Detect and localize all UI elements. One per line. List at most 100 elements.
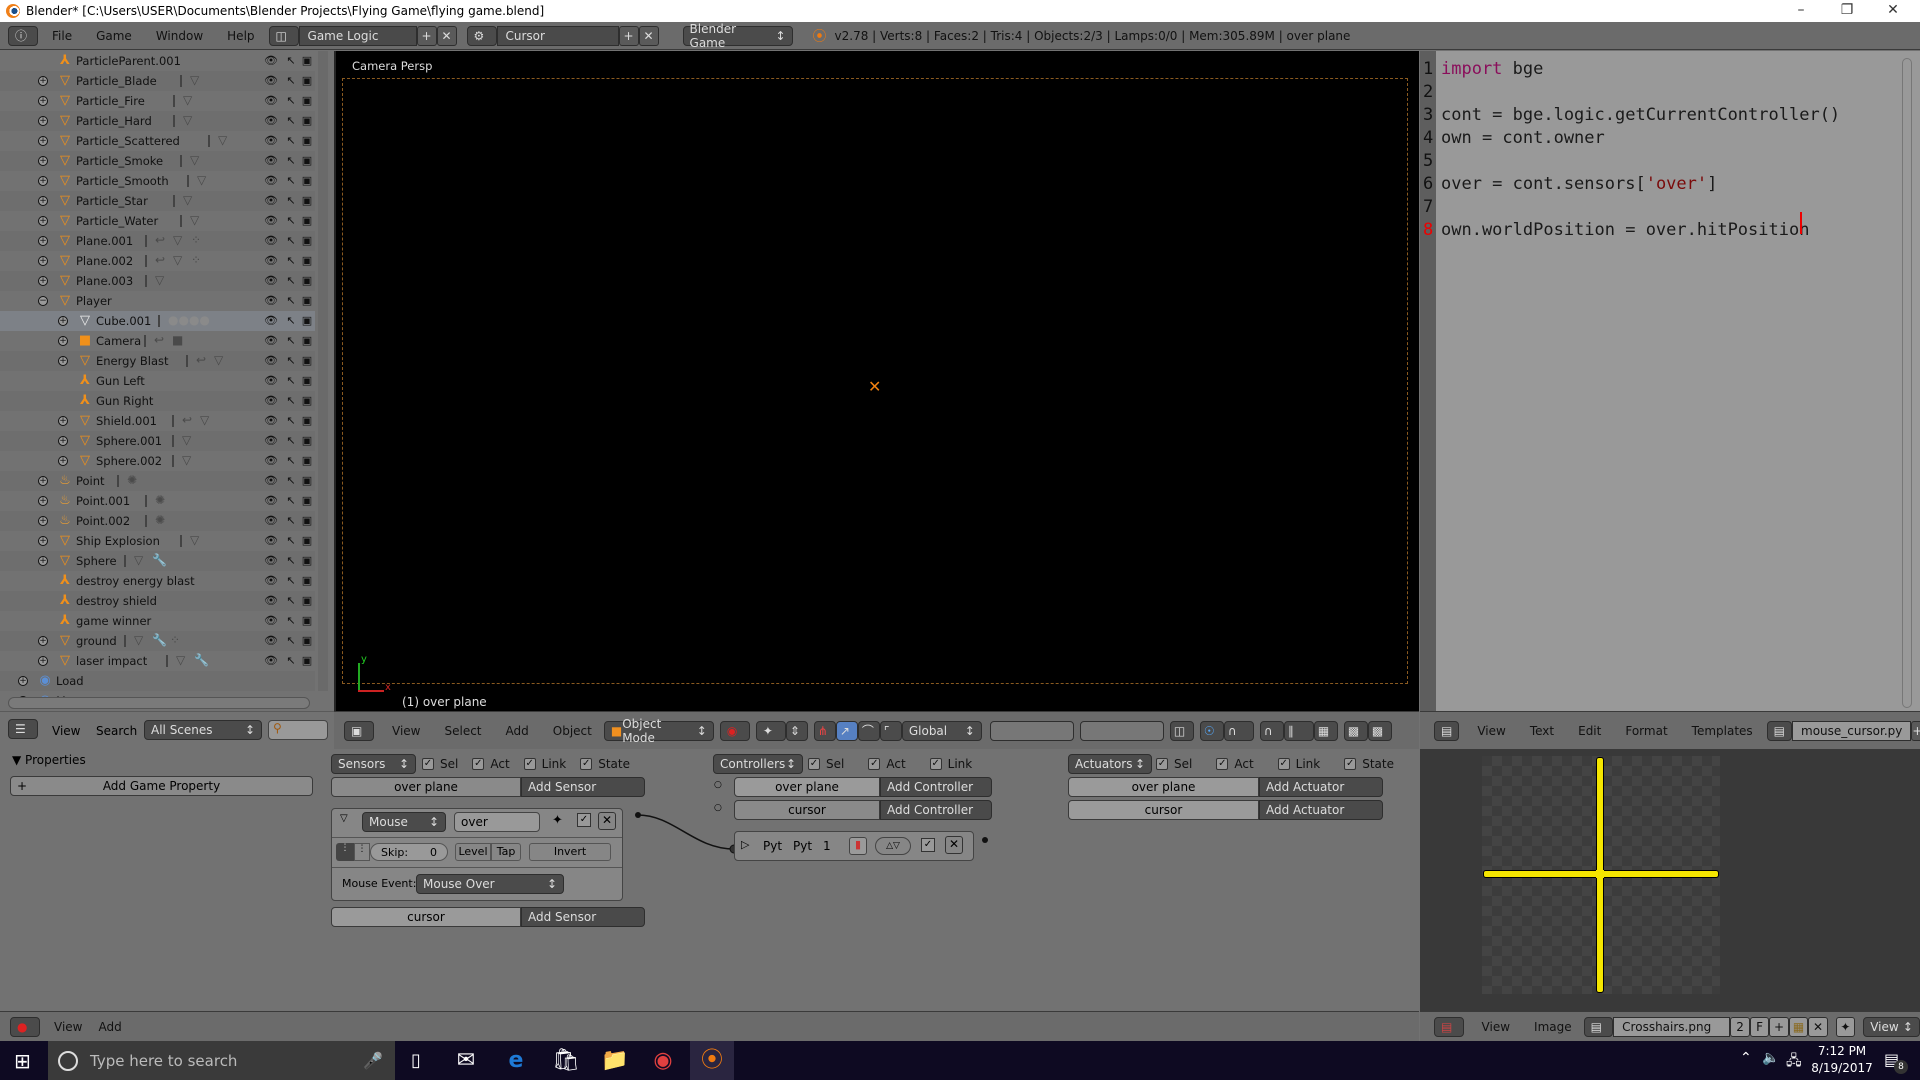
scene-field[interactable]: Cursor bbox=[496, 25, 619, 46]
text-menu-text[interactable]: Text bbox=[1530, 724, 1554, 738]
expand-icon[interactable]: + bbox=[38, 556, 48, 566]
cursor-icon[interactable]: ↖ bbox=[284, 434, 298, 448]
camera-render-icon[interactable]: ▣ bbox=[300, 514, 314, 528]
delete-sensor-button[interactable]: ✕ bbox=[598, 812, 616, 830]
mesh-data-icon[interactable]: ▽ bbox=[134, 553, 143, 567]
cursor-icon[interactable]: ↖ bbox=[284, 294, 298, 308]
cursor-icon[interactable]: ↖ bbox=[284, 134, 298, 148]
editor-type-text-button[interactable]: ▤ bbox=[1434, 720, 1460, 741]
camera-render-icon[interactable]: ▣ bbox=[300, 214, 314, 228]
cursor-icon[interactable]: ↖ bbox=[284, 194, 298, 208]
outliner-item[interactable]: + ▽ Particle_Star ▽ 👁 ↖ ▣ bbox=[0, 191, 315, 211]
eye-icon[interactable]: 👁 bbox=[264, 434, 278, 448]
camera-render-icon[interactable]: ▣ bbox=[300, 574, 314, 588]
snap-target-button[interactable]: ▦ bbox=[1313, 720, 1338, 741]
cursor-icon[interactable]: ↖ bbox=[284, 394, 298, 408]
controllers-filter-link[interactable]: ✓ Link bbox=[929, 757, 972, 771]
render-animation-button[interactable]: ▩ bbox=[1367, 720, 1392, 741]
menu-game[interactable]: Game bbox=[96, 29, 132, 43]
logic-data-icon[interactable]: ↩ bbox=[155, 253, 165, 267]
proportional-edit-button[interactable]: ☉ bbox=[1199, 720, 1224, 741]
cursor-icon[interactable]: ↖ bbox=[284, 254, 298, 268]
eye-icon[interactable]: 👁 bbox=[264, 614, 278, 628]
mesh-data-icon[interactable]: ▽ bbox=[182, 453, 191, 467]
camera-render-icon[interactable]: ▣ bbox=[300, 154, 314, 168]
fake-user-toggle[interactable]: F bbox=[1749, 1016, 1770, 1037]
sensor-object-name[interactable]: over plane bbox=[331, 777, 521, 797]
add-sensor-dropdown[interactable]: Add Sensor bbox=[521, 907, 645, 927]
eye-icon[interactable]: 👁 bbox=[264, 514, 278, 528]
camera-render-icon[interactable]: ▣ bbox=[300, 114, 314, 128]
eye-icon[interactable]: 👁 bbox=[264, 574, 278, 588]
mesh-data-icon[interactable]: ▽ bbox=[173, 253, 182, 267]
menu-window[interactable]: Window bbox=[156, 29, 203, 43]
invert-button[interactable]: Invert bbox=[529, 843, 611, 861]
outliner-item[interactable]: ⅄ game winner 👁 ↖ ▣ bbox=[0, 611, 315, 631]
mesh-data-icon[interactable]: ▽ bbox=[134, 633, 143, 647]
expand-icon[interactable]: + bbox=[58, 336, 68, 346]
sensor-object-name[interactable]: cursor bbox=[331, 907, 521, 927]
falloff-dropdown[interactable]: ∩ bbox=[1223, 720, 1254, 741]
outliner-item[interactable]: + ♨ Point ✺ 👁 ↖ ▣ bbox=[0, 471, 315, 491]
camera-render-icon[interactable]: ▣ bbox=[300, 74, 314, 88]
expand-icon[interactable]: + bbox=[38, 236, 48, 246]
camera-render-icon[interactable]: ▣ bbox=[300, 234, 314, 248]
outliner-scrollbar[interactable] bbox=[318, 51, 328, 691]
display-mode-dropdown[interactable]: All Scenes ↕ bbox=[144, 720, 262, 740]
expand-icon[interactable]: + bbox=[38, 256, 48, 266]
collapse-triangle-icon[interactable]: ▽ bbox=[340, 813, 348, 824]
tap-button[interactable]: Tap bbox=[491, 843, 521, 861]
cursor-icon[interactable]: ↖ bbox=[284, 414, 298, 428]
cursor-icon[interactable]: ↖ bbox=[284, 114, 298, 128]
expand-icon[interactable]: + bbox=[38, 276, 48, 286]
camera-render-icon[interactable]: ▣ bbox=[300, 474, 314, 488]
pin-image-button[interactable]: ✦ bbox=[1835, 1016, 1856, 1037]
cursor-icon[interactable]: ↖ bbox=[284, 654, 298, 668]
eye-icon[interactable]: 👁 bbox=[264, 494, 278, 508]
camera-render-icon[interactable]: ▣ bbox=[300, 654, 314, 668]
cursor-icon[interactable]: ↖ bbox=[284, 314, 298, 328]
image-users-count[interactable]: 2 bbox=[1730, 1016, 1750, 1037]
skip-stepper[interactable]: Skip: 0 bbox=[370, 843, 448, 861]
collapse-icon[interactable]: − bbox=[38, 296, 48, 306]
menu-help[interactable]: Help bbox=[227, 29, 254, 43]
volume-icon[interactable]: 🔈 bbox=[1762, 1050, 1779, 1066]
text-menu-view[interactable]: View bbox=[1477, 724, 1505, 738]
logic-menu-view[interactable]: View bbox=[54, 1020, 82, 1034]
cursor-icon[interactable]: ↖ bbox=[284, 534, 298, 548]
text-menu-templates[interactable]: Templates bbox=[1692, 724, 1753, 738]
eye-icon[interactable]: 👁 bbox=[264, 154, 278, 168]
viewport-menu-object[interactable]: Object bbox=[553, 724, 592, 738]
expand-icon[interactable]: + bbox=[58, 356, 68, 366]
actuators-filter-state[interactable]: ✓ State bbox=[1344, 757, 1394, 771]
expand-icon[interactable]: + bbox=[18, 676, 28, 686]
cursor-icon[interactable]: ↖ bbox=[284, 174, 298, 188]
expand-icon[interactable]: + bbox=[38, 516, 48, 526]
expand-icon[interactable]: + bbox=[38, 156, 48, 166]
modifier-data-icon[interactable]: 🔧 bbox=[152, 633, 167, 647]
mesh-data-icon[interactable]: ▽ bbox=[214, 353, 223, 367]
outliner-item[interactable]: ⅄ destroy energy blast 👁 ↖ ▣ bbox=[0, 571, 315, 591]
image-browse-button[interactable]: ▤ bbox=[1583, 1016, 1614, 1037]
minimize-button[interactable]: – bbox=[1778, 0, 1824, 22]
outliner-item[interactable]: + ♨ Point.001 ✺ 👁 ↖ ▣ bbox=[0, 491, 315, 511]
controllers-menu[interactable]: Controllers ↕ bbox=[713, 754, 803, 774]
outliner-item[interactable]: − ▽ Player 👁 ↖ ▣ bbox=[0, 291, 315, 311]
outliner-item[interactable]: ⅄ Gun Left 👁 ↖ ▣ bbox=[0, 371, 315, 391]
sensors-filter-act[interactable]: ✓ Act bbox=[472, 757, 510, 771]
controller-object-name[interactable]: over plane bbox=[734, 777, 880, 797]
snap-element-dropdown[interactable]: ∥ bbox=[1283, 720, 1314, 741]
expand-icon[interactable]: + bbox=[38, 536, 48, 546]
code-line[interactable]: cont = bge.logic.getCurrentController() bbox=[1441, 105, 1840, 125]
eye-icon[interactable]: 👁 bbox=[264, 254, 278, 268]
clock-date[interactable]: 8/19/2017 bbox=[1808, 1061, 1876, 1075]
cursor-icon[interactable]: ↖ bbox=[284, 454, 298, 468]
camera-render-icon[interactable]: ▣ bbox=[300, 294, 314, 308]
viewport-menu-add[interactable]: Add bbox=[506, 724, 529, 738]
new-image-button[interactable]: + bbox=[1769, 1016, 1789, 1037]
new-text-button[interactable]: + bbox=[1911, 720, 1920, 741]
logic-data-icon[interactable]: ↩ bbox=[182, 413, 192, 427]
outliner-item[interactable]: + ♨ Point.002 ✺ 👁 ↖ ▣ bbox=[0, 511, 315, 531]
eye-icon[interactable]: 👁 bbox=[264, 174, 278, 188]
outliner-item[interactable]: + ▽ Shield.001 ↩ ▽ 👁 ↖ ▣ bbox=[0, 411, 315, 431]
